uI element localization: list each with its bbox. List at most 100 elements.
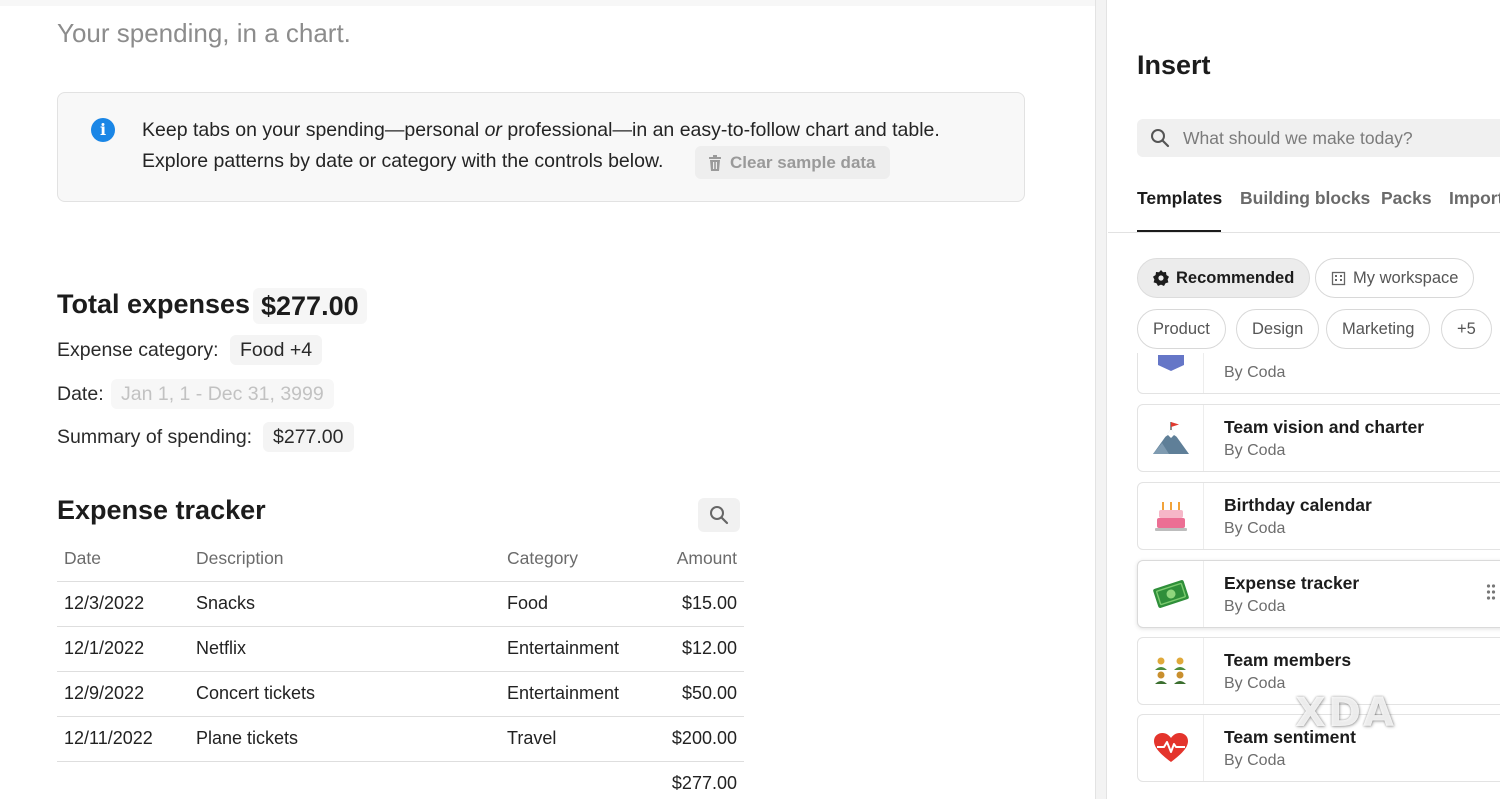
- template-card-birthday-calendar[interactable]: Birthday calendar By Coda: [1137, 482, 1500, 550]
- expense-tracker-title: Expense tracker: [57, 495, 266, 525]
- tab-packs[interactable]: Packs: [1381, 188, 1432, 209]
- column-header-date[interactable]: Date: [57, 536, 189, 582]
- cell-date[interactable]: 12/1/2022: [57, 626, 189, 672]
- search-icon: [1151, 129, 1170, 148]
- table-total-row: $277.00: [57, 761, 744, 799]
- cell-date[interactable]: 12/11/2022: [57, 716, 189, 762]
- drag-handle-icon[interactable]: [1486, 583, 1496, 605]
- expense-category-label: Expense category:: [57, 339, 219, 361]
- filter-marketing[interactable]: Marketing: [1326, 309, 1431, 349]
- template-thumbnail: [1138, 638, 1204, 704]
- cell-description[interactable]: Concert tickets: [189, 671, 500, 717]
- template-title: Birthday calendar: [1224, 495, 1372, 515]
- template-title: Team vision and charter: [1224, 417, 1425, 437]
- template-author: By Coda: [1224, 675, 1286, 692]
- insert-panel: Insert Templates Building blocks Packs I…: [1108, 0, 1500, 799]
- cell-date[interactable]: 12/3/2022: [57, 581, 189, 627]
- template-thumbnail: [1138, 715, 1204, 781]
- template-author: By Coda: [1224, 442, 1286, 459]
- template-author: By Coda: [1224, 598, 1286, 615]
- total-expenses-label: Total expenses: [57, 289, 251, 319]
- xda-watermark: XDA: [1295, 690, 1396, 736]
- template-search-input[interactable]: [1183, 119, 1500, 157]
- cell-description[interactable]: Netflix: [189, 626, 500, 672]
- tab-templates[interactable]: Templates: [1137, 188, 1222, 209]
- template-thumbnail: [1138, 561, 1204, 627]
- trash-icon: [709, 154, 721, 171]
- empty-cell: [57, 761, 189, 799]
- template-card-team-vision[interactable]: Team vision and charter By Coda: [1137, 404, 1500, 472]
- top-band: [0, 0, 1095, 6]
- template-title: Expense tracker: [1224, 573, 1360, 593]
- insert-panel-title: Insert: [1137, 50, 1211, 80]
- clear-sample-data-label: Clear sample data: [730, 152, 876, 172]
- insert-tabs: Templates Building blocks Packs Import: [1137, 188, 1500, 233]
- cell-amount[interactable]: $200.00: [644, 716, 744, 762]
- filter-label: Recommended: [1176, 268, 1295, 287]
- template-thumbnail: [1138, 483, 1204, 549]
- expense-category-select[interactable]: Food +4: [230, 335, 323, 365]
- amount-total: $277.00: [671, 773, 737, 794]
- page-subtitle: Your spending, in a chart.: [57, 18, 351, 48]
- cell-amount[interactable]: $12.00: [644, 626, 744, 672]
- clear-sample-data-button[interactable]: Clear sample data: [695, 146, 890, 179]
- table-row[interactable]: 12/3/2022 Snacks Food $15.00: [57, 581, 744, 627]
- table-row[interactable]: 12/11/2022 Plane tickets Travel $200.00: [57, 716, 744, 762]
- template-search[interactable]: [1137, 119, 1500, 157]
- filter-more[interactable]: +5: [1441, 309, 1492, 349]
- date-label: Date:: [57, 383, 104, 405]
- tabs-divider: [1108, 232, 1500, 233]
- template-title: Team members: [1224, 650, 1352, 670]
- people-icon: [1154, 657, 1186, 684]
- cell-date[interactable]: 12/9/2022: [57, 671, 189, 717]
- badge-star-icon: [1153, 270, 1169, 286]
- column-header-amount[interactable]: Amount: [644, 536, 744, 582]
- cell-category[interactable]: Food: [500, 581, 644, 627]
- table-row[interactable]: 12/9/2022 Concert tickets Entertainment …: [57, 671, 744, 717]
- filter-product[interactable]: Product: [1137, 309, 1226, 349]
- column-header-description[interactable]: Description: [189, 536, 500, 582]
- info-callout: i Keep tabs on your spending—personal or…: [57, 92, 1025, 202]
- cell-category[interactable]: Entertainment: [500, 671, 644, 717]
- filter-design[interactable]: Design: [1236, 309, 1320, 349]
- summary-label: Summary of spending:: [57, 426, 253, 448]
- table-header-row: Date Description Category Amount: [57, 536, 744, 582]
- table-search-button[interactable]: [698, 498, 740, 532]
- expense-table: Date Description Category Amount 12/3/20…: [57, 536, 744, 799]
- template-author: By Coda: [1224, 520, 1286, 537]
- heart-pulse-icon: [1153, 733, 1188, 762]
- cell-description[interactable]: Plane tickets: [189, 716, 500, 762]
- summary-value: $277.00: [263, 422, 354, 452]
- filter-label: My workspace: [1353, 268, 1459, 287]
- template-thumbnail: [1138, 405, 1204, 471]
- cell-amount[interactable]: $50.00: [644, 671, 744, 717]
- document-canvas: Your spending, in a chart. i Keep tabs o…: [0, 0, 1095, 799]
- info-icon: i: [91, 118, 115, 142]
- birthday-cake-icon: [1154, 502, 1187, 531]
- column-header-category[interactable]: Category: [500, 536, 644, 582]
- template-author: By Coda: [1224, 752, 1286, 769]
- filter-my-workspace[interactable]: My workspace: [1315, 258, 1475, 298]
- cell-amount[interactable]: $15.00: [644, 581, 744, 627]
- callout-text-line2: Explore patterns by date or category wit…: [142, 150, 664, 172]
- table-row[interactable]: 12/1/2022 Netflix Entertainment $12.00: [57, 626, 744, 672]
- money-icon: [1152, 580, 1189, 608]
- tab-import[interactable]: Import: [1449, 188, 1500, 209]
- cell-description[interactable]: Snacks: [189, 581, 500, 627]
- template-card-expense-tracker[interactable]: Expense tracker By Coda: [1137, 560, 1500, 628]
- total-expenses-value: $277.00: [253, 288, 367, 324]
- panel-resize-divider[interactable]: [1095, 0, 1107, 799]
- partial-icon: [1157, 355, 1184, 371]
- building-icon: [1331, 271, 1346, 285]
- template-author: By Coda: [1224, 364, 1286, 381]
- empty-cell: [189, 761, 500, 799]
- mountain-flag-icon: [1152, 422, 1189, 454]
- date-range-picker[interactable]: Jan 1, 1 - Dec 31, 3999: [111, 379, 334, 409]
- filter-recommended[interactable]: Recommended: [1137, 258, 1311, 298]
- tab-building-blocks[interactable]: Building blocks: [1240, 188, 1370, 209]
- cell-category[interactable]: Entertainment: [500, 626, 644, 672]
- empty-cell: [500, 761, 644, 799]
- callout-text-line1: Keep tabs on your spending—personal or p…: [142, 119, 940, 141]
- cell-category[interactable]: Travel: [500, 716, 644, 762]
- search-icon: [710, 506, 729, 525]
